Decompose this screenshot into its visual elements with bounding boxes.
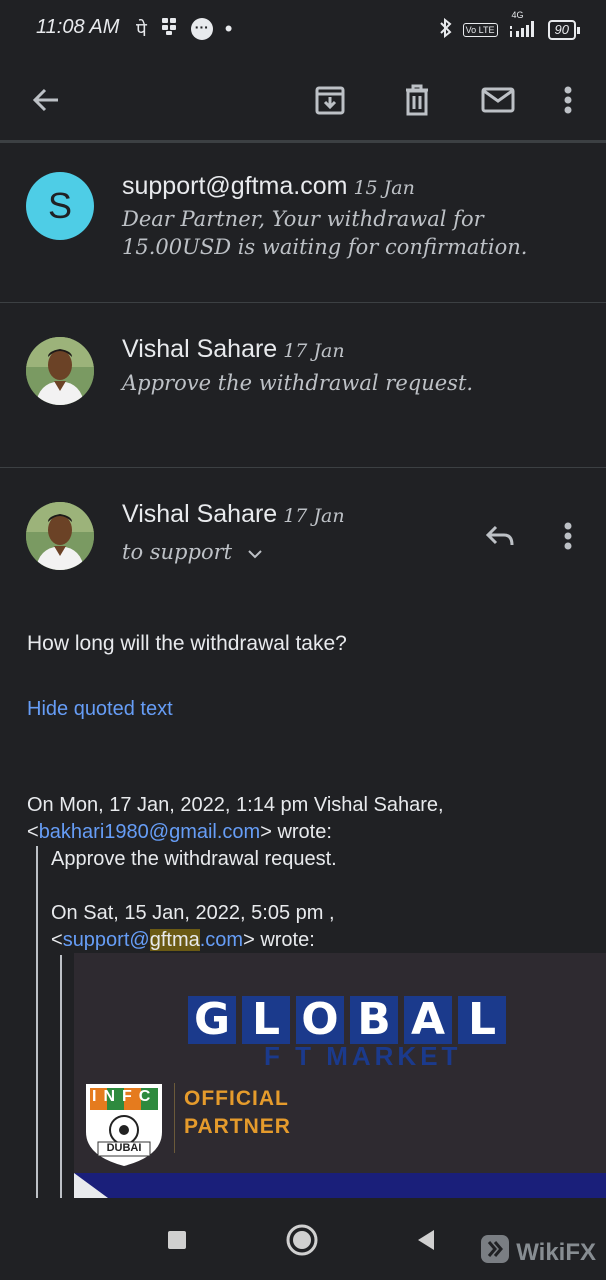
wrote-text: > wrote: xyxy=(260,821,332,843)
bbm-icon xyxy=(159,16,179,42)
quote-header: On Mon, 17 Jan, 2022, 1:14 pm Vishal Sah… xyxy=(27,792,587,846)
recipients-toggle[interactable]: to support xyxy=(122,540,263,564)
message-snippet: Approve the withdrawal request. xyxy=(122,371,474,395)
logo-letter: L xyxy=(242,996,290,1044)
email-banner-image: G L O B A L F T MARKET INFC DUBAI OFFICI… xyxy=(74,953,606,1198)
email-link[interactable]: bakhari1980@gmail.com xyxy=(39,821,261,843)
status-bar: 11:08 AM पे ··· • Vo LTE 4G 90 xyxy=(0,0,606,58)
quote2-header: On Sat, 15 Jan, 2022, 5:05 pm , <support… xyxy=(51,900,335,954)
network-type: 4G xyxy=(511,10,524,20)
back-arrow-icon[interactable] xyxy=(18,72,74,128)
logo-letter: G xyxy=(188,996,236,1044)
quote-bar xyxy=(36,846,38,1198)
wikifx-logo-icon xyxy=(480,1234,510,1271)
dot-icon: • xyxy=(224,16,233,41)
sender-line: support@gftma.com 15 Jan xyxy=(122,172,415,201)
sender-line: Vishal Sahare 17 Jan xyxy=(122,500,345,529)
avatar[interactable] xyxy=(26,502,94,570)
chat-icon: ··· xyxy=(190,18,213,40)
quote-bar xyxy=(60,955,62,1198)
bracket-open: < xyxy=(51,929,63,951)
email-part: support@ xyxy=(62,929,150,951)
quote-header-line: On Mon, 17 Jan, 2022, 1:14 pm Vishal Sah… xyxy=(27,794,444,816)
delete-icon[interactable] xyxy=(389,72,445,128)
reply-icon[interactable] xyxy=(478,514,522,558)
quoted-text: Approve the withdrawal request. xyxy=(51,848,337,870)
chevron-down-icon xyxy=(247,540,263,564)
avatar[interactable] xyxy=(26,337,94,405)
to-line: to support xyxy=(122,540,233,564)
search-highlight: gftma xyxy=(149,929,200,951)
logo-letter: O xyxy=(296,996,344,1044)
divider xyxy=(174,1083,175,1153)
quote-header-email-line: <bakhari1980@gmail.com> wrote: xyxy=(27,819,587,846)
hide-quoted-text-link[interactable]: Hide quoted text xyxy=(27,698,173,721)
quote2-email-line: <support@gftma.com> wrote: xyxy=(51,927,335,954)
infc-badge: INFC DUBAI xyxy=(82,1080,166,1168)
volte-icon: Vo LTE xyxy=(462,22,498,37)
avatar[interactable]: S xyxy=(26,172,94,240)
message-date: 17 Jan xyxy=(283,505,345,527)
home-circle-icon[interactable] xyxy=(282,1220,322,1260)
watermark-text: WikiFX xyxy=(516,1238,596,1266)
wrote-text: > wrote: xyxy=(243,929,315,951)
banner-stripe xyxy=(74,1173,606,1198)
badge-letters: INFC xyxy=(92,1088,158,1105)
status-right-icons: Vo LTE 4G 90 xyxy=(439,10,581,41)
status-time: 11:08 AM xyxy=(36,16,120,38)
watermark: WikiFX xyxy=(480,1234,596,1271)
message-date: 17 Jan xyxy=(283,340,345,362)
bluetooth-icon xyxy=(439,17,453,41)
signal-icon: 4G xyxy=(508,10,538,40)
status-left-icons: पे ··· • xyxy=(136,16,233,42)
more-vert-icon[interactable] xyxy=(540,72,596,128)
collapsed-message-1[interactable]: S support@gftma.com 15 Jan Dear Partner, … xyxy=(0,143,606,301)
sender-line: Vishal Sahare 17 Jan xyxy=(122,335,345,364)
sender-name: support@gftma.com xyxy=(122,172,348,200)
logo-letter: A xyxy=(404,996,452,1044)
badge-city: DUBAI xyxy=(106,1142,142,1154)
more-vert-icon[interactable] xyxy=(548,514,588,558)
sender-name: Vishal Sahare xyxy=(122,500,278,528)
battery-indicator: 90 xyxy=(547,19,581,40)
message-date: 15 Jan xyxy=(353,177,415,199)
logo-letter: B xyxy=(350,996,398,1044)
partner-line: OFFICIAL xyxy=(184,1087,289,1110)
message-snippet: Dear Partner, Your withdrawal for 15.00U… xyxy=(122,207,528,259)
collapsed-message-2[interactable]: Vishal Sahare 17 Jan Approve the withdraw… xyxy=(0,303,606,466)
banner-corner xyxy=(74,1173,108,1198)
back-triangle-icon[interactable] xyxy=(405,1220,445,1260)
pe-icon: पे xyxy=(136,20,147,41)
message-body: How long will the withdrawal take? xyxy=(27,632,347,655)
global-logo: G L O B A L xyxy=(188,996,506,1044)
quote2-header-line: On Sat, 15 Jan, 2022, 5:05 pm , xyxy=(51,902,335,924)
partner-line: PARTNER xyxy=(184,1115,291,1138)
email-link[interactable]: support@gftma.com xyxy=(63,929,243,951)
email-part: .com xyxy=(199,929,244,951)
toolbar xyxy=(0,58,606,142)
open-message-header: Vishal Sahare 17 Jan to support xyxy=(0,468,606,598)
archive-icon[interactable] xyxy=(302,72,358,128)
logo-subtitle: F T MARKET xyxy=(264,1041,462,1071)
sender-name: Vishal Sahare xyxy=(122,335,278,363)
bracket-open: < xyxy=(27,821,39,843)
mark-unread-icon[interactable] xyxy=(470,72,526,128)
logo-letter: L xyxy=(458,996,506,1044)
partner-text: OFFICIAL PARTNER xyxy=(184,1085,291,1141)
recents-square-icon[interactable] xyxy=(157,1220,197,1260)
